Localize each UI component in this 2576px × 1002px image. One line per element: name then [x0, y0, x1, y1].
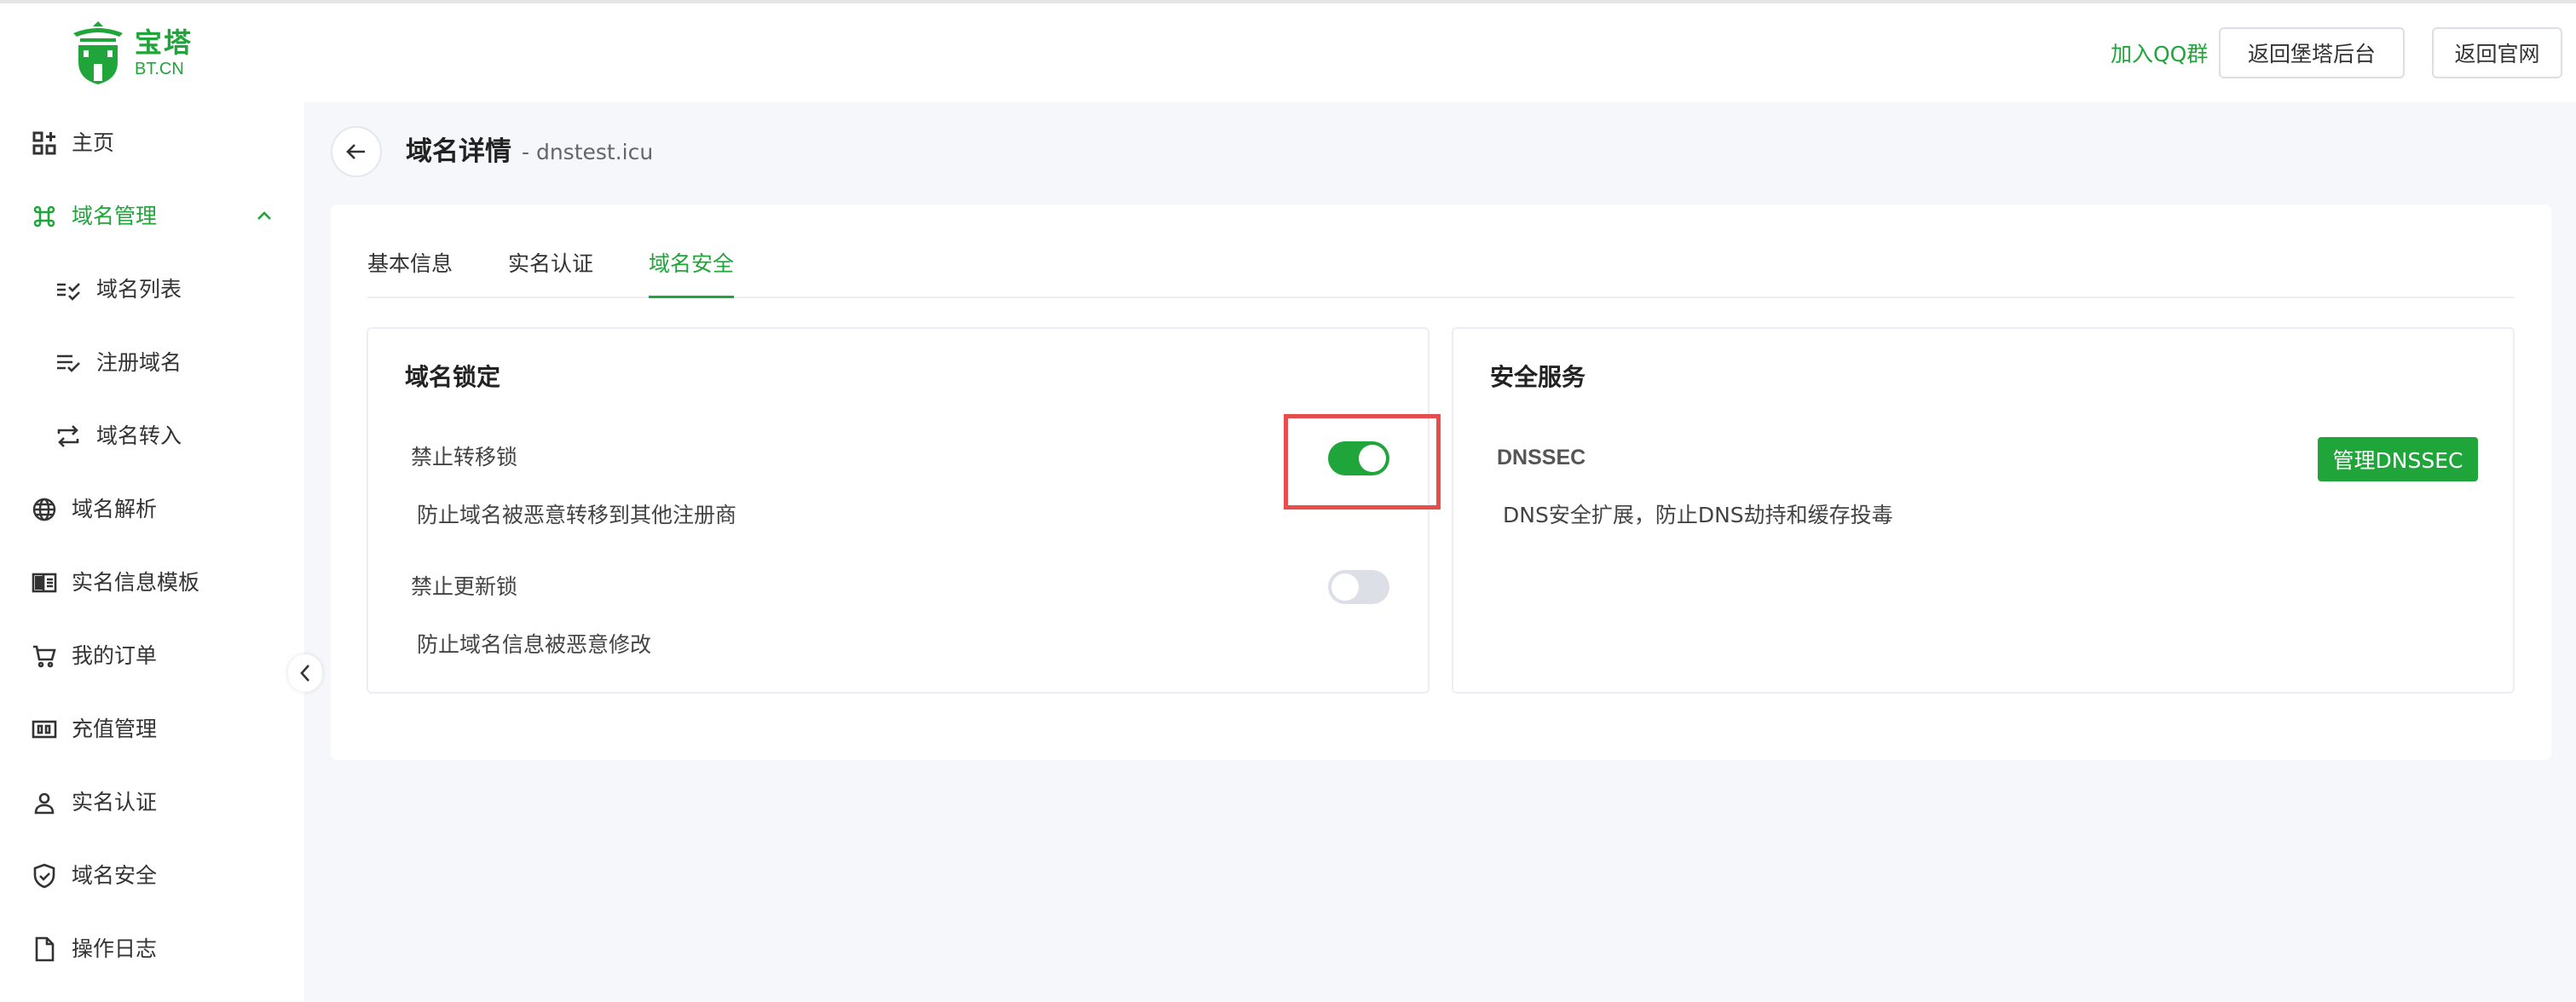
sidebar-item-domain-list[interactable]: 域名列表: [0, 264, 304, 315]
arrow-left-icon: [346, 144, 365, 159]
sidebar-item-label: 域名管理: [72, 204, 158, 228]
logo-text-cn: 宝塔: [135, 26, 193, 59]
update-lock-label: 禁止更新锁: [411, 574, 518, 599]
sidebar-item-realname-auth[interactable]: 实名认证: [0, 777, 304, 828]
globe-icon: [31, 496, 58, 523]
domain-lock-title: 域名锁定: [405, 363, 501, 391]
sidebar-item-operation-log[interactable]: 操作日志: [0, 924, 304, 975]
sidebar-item-label: 操作日志: [72, 936, 158, 961]
join-qq-group-link[interactable]: 加入QQ群: [2111, 41, 2208, 68]
update-lock-toggle[interactable]: [1328, 570, 1389, 604]
dnssec-label: DNSSEC: [1497, 446, 1586, 469]
sidebar-item-label: 实名信息模板: [72, 570, 200, 595]
security-service-title: 安全服务: [1490, 363, 1586, 391]
back-to-panel-button[interactable]: 返回堡塔后台: [2219, 27, 2405, 78]
page-title: 域名详情: [406, 136, 511, 167]
document-icon: [31, 936, 58, 963]
logo-text-en: BT.CN: [135, 60, 184, 78]
sidebar-item-register-domain[interactable]: 注册域名: [0, 337, 304, 389]
dashboard-icon: [31, 130, 58, 157]
tab-domain-security[interactable]: 域名安全: [649, 247, 735, 298]
sidebar-item-domain-transfer[interactable]: 域名转入: [0, 411, 304, 462]
manage-dnssec-button[interactable]: 管理DNSSEC: [2318, 437, 2478, 481]
shield-icon: [31, 862, 58, 890]
list-check-icon: [55, 276, 82, 303]
sidebar-item-label: 主页: [72, 130, 115, 155]
tab-basic-info[interactable]: 基本信息: [367, 247, 453, 298]
sidebar-item-label: 域名转入: [96, 423, 182, 448]
template-icon: [31, 569, 58, 596]
sidebar-item-label: 我的订单: [72, 643, 158, 668]
sidebar-item-realname-template[interactable]: 实名信息模板: [0, 557, 304, 608]
toggle-knob: [1331, 573, 1359, 601]
transfer-lock-description: 防止域名被恶意转移到其他注册商: [417, 503, 737, 527]
sidebar-item-label: 域名解析: [72, 497, 158, 521]
sidebar-collapse-button[interactable]: [288, 654, 322, 692]
sidebar-item-dns[interactable]: 域名解析: [0, 484, 304, 535]
chevron-left-icon: [300, 665, 309, 682]
top-header: 宝塔 BT.CN 加入QQ群 返回堡塔后台 返回官网: [0, 3, 2576, 102]
tab-realname-auth[interactable]: 实名认证: [508, 247, 593, 298]
recharge-icon: [31, 716, 58, 743]
detail-tabs: 基本信息 实名认证 域名安全: [367, 247, 2515, 298]
pagoda-logo-icon: [73, 21, 123, 84]
list-add-icon: [55, 349, 82, 377]
sidebar-item-label: 注册域名: [96, 350, 182, 375]
command-icon: [31, 203, 58, 230]
cart-icon: [31, 642, 58, 670]
sidebar-item-domain-management[interactable]: 域名管理: [0, 191, 304, 242]
sidebar-item-label: 域名列表: [96, 277, 182, 302]
transfer-lock-label: 禁止转移锁: [411, 445, 518, 469]
sidebar-item-label: 充值管理: [72, 717, 158, 741]
back-button[interactable]: [331, 126, 382, 177]
sidebar-item-recharge[interactable]: 充值管理: [0, 704, 304, 755]
back-to-site-button[interactable]: 返回官网: [2432, 27, 2562, 78]
sidebar-item-label: 实名认证: [72, 790, 158, 815]
update-lock-description: 防止域名信息被恶意修改: [417, 632, 652, 657]
dnssec-description: DNS安全扩展，防止DNS劫持和缓存投毒: [1503, 503, 1893, 527]
sidebar-item-home[interactable]: 主页: [0, 118, 304, 169]
sidebar-item-label: 域名安全: [72, 863, 158, 888]
page-subtitle-domain: - dnstest.icu: [522, 140, 654, 164]
user-icon: [31, 789, 58, 816]
highlight-box: [1284, 414, 1441, 510]
sidebar: 主页 域名管理 域名列表 注册域名 域名转入 域名解析 实名信息模板 我的订单 …: [0, 102, 304, 1002]
bt-logo[interactable]: 宝塔 BT.CN: [68, 19, 205, 87]
sidebar-item-domain-security[interactable]: 域名安全: [0, 850, 304, 901]
chevron-up-icon: [257, 211, 271, 220]
sidebar-item-my-orders[interactable]: 我的订单: [0, 631, 304, 682]
transfer-icon: [55, 423, 82, 450]
